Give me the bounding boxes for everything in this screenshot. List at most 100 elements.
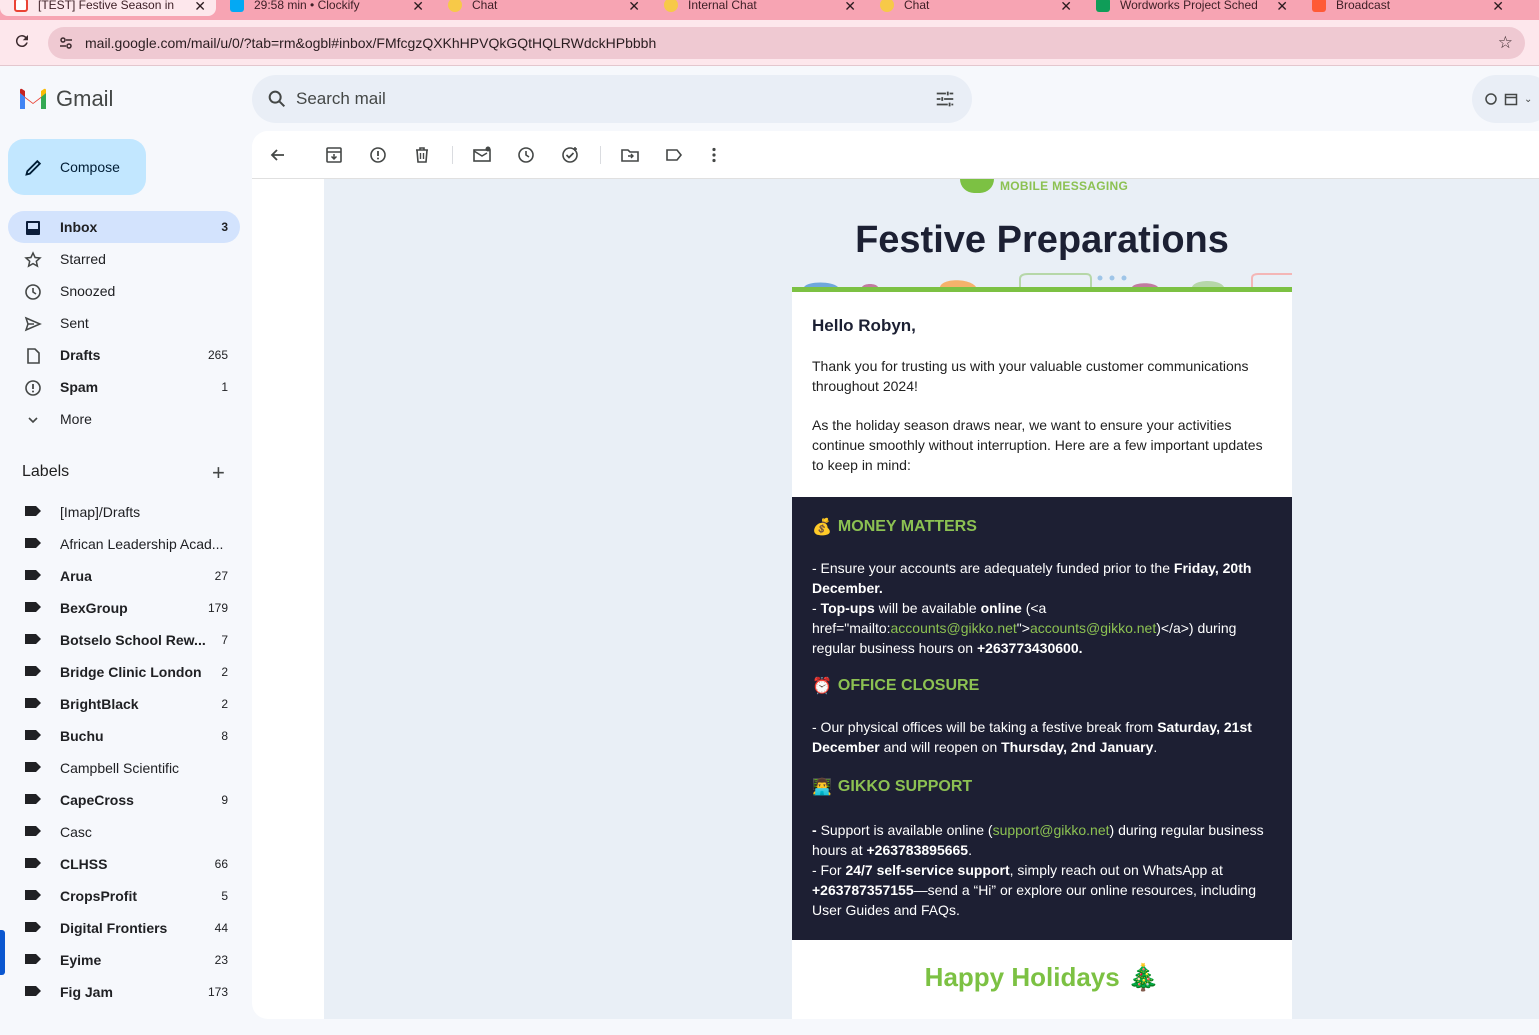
report-spam-icon[interactable] xyxy=(368,145,388,165)
browser-tab[interactable]: [TEST] Festive Season in ✕ xyxy=(0,0,216,16)
send-icon xyxy=(24,316,42,332)
support-body: - Support is available online (support@g… xyxy=(812,820,1274,920)
archive-icon[interactable] xyxy=(324,145,344,165)
tab-title: Internal Chat xyxy=(688,0,757,12)
sidebar-label-item[interactable]: [Imap]/Drafts xyxy=(0,495,240,527)
browser-address-row: mail.google.com/mail/u/0/?tab=rm&ogbl#in… xyxy=(0,20,1539,66)
search-icon[interactable] xyxy=(266,88,288,110)
holidays-title: Happy Holidays 🎄 xyxy=(924,962,1160,992)
email-body: MOBILE MESSAGING Festive Preparations He… xyxy=(324,179,1539,1019)
label-count: 173 xyxy=(207,985,228,999)
email-link[interactable]: accounts@gikko.net xyxy=(1030,620,1156,636)
browser-tab[interactable]: Internal Chat ✕ xyxy=(650,0,866,16)
sidebar-item-sent[interactable]: Sent xyxy=(8,307,240,339)
add-task-icon[interactable] xyxy=(560,145,580,165)
tab-title: Chat xyxy=(472,0,498,12)
browser-tab[interactable]: Wordworks Project Sched ✕ xyxy=(1082,0,1298,16)
back-arrow-icon[interactable] xyxy=(268,145,288,165)
close-tab-icon[interactable]: ✕ xyxy=(1276,0,1288,15)
phone-number: +263773430600. xyxy=(977,640,1083,656)
spam-icon xyxy=(25,380,41,396)
label-tag-icon xyxy=(25,826,41,836)
reload-icon[interactable] xyxy=(12,32,32,52)
label-icon[interactable] xyxy=(664,145,684,165)
sidebar-label-item[interactable]: Campbell Scientific xyxy=(0,751,240,783)
close-tab-icon[interactable]: ✕ xyxy=(412,0,424,15)
bold-text: - xyxy=(812,822,821,838)
intro-paragraph: As the holiday season draws near, we wan… xyxy=(812,417,1263,473)
more-vert-icon[interactable] xyxy=(704,145,724,165)
intro-card: Hello Robyn, Thank you for trusting us w… xyxy=(792,292,1292,497)
sidebar-label-item[interactable]: BrightBlack 2 xyxy=(0,687,240,719)
bookmark-star-icon[interactable]: ☆ xyxy=(1498,33,1513,53)
sidebar-label-item[interactable]: Bridge Clinic London 2 xyxy=(0,655,240,687)
search-bar[interactable]: Search mail xyxy=(252,75,972,123)
inbox-icon xyxy=(26,221,40,235)
email-link[interactable]: support@gikko.net xyxy=(993,822,1110,838)
body-text: and will reopen on xyxy=(879,739,1002,755)
search-input[interactable]: Search mail xyxy=(296,89,386,109)
compose-button[interactable]: Compose xyxy=(8,139,146,195)
site-settings-icon[interactable] xyxy=(58,35,74,51)
close-tab-icon[interactable]: ✕ xyxy=(844,0,856,15)
alarm-clock-icon: ⏰ xyxy=(812,678,832,695)
label-tag-icon xyxy=(25,890,41,900)
status-pill[interactable]: ⌄ xyxy=(1472,75,1539,123)
sidebar-item-more[interactable]: More xyxy=(8,403,240,435)
sidebar-item-label: Starred xyxy=(60,251,106,267)
labels-heading: Labels xyxy=(22,463,70,480)
delete-icon[interactable] xyxy=(412,145,432,165)
side-panel-handle[interactable] xyxy=(0,930,5,975)
sidebar-label-item[interactable]: African Leadership Acad... xyxy=(0,527,240,559)
unread-count: 1 xyxy=(221,380,228,394)
sidebar-label-item[interactable]: Botselo School Rew... 7 xyxy=(0,623,240,655)
move-to-icon[interactable] xyxy=(620,145,640,165)
sidebar-item-snoozed[interactable]: Snoozed xyxy=(8,275,240,307)
browser-tab[interactable]: Chat ✕ xyxy=(866,0,1082,16)
search-options-icon[interactable] xyxy=(934,88,956,110)
sidebar-label-item[interactable]: CLHSS 66 xyxy=(0,847,240,879)
sidebar-label-item[interactable]: CapeCross 9 xyxy=(0,783,240,815)
close-tab-icon[interactable]: ✕ xyxy=(194,0,206,15)
label-tag-icon xyxy=(25,538,41,548)
label-count: 9 xyxy=(221,793,228,807)
bold-text: online xyxy=(980,600,1022,616)
sidebar-item-drafts[interactable]: Drafts 265 xyxy=(8,339,240,371)
browser-tab[interactable]: Chat ✕ xyxy=(434,0,650,16)
sidebar-item-inbox[interactable]: Inbox 3 xyxy=(8,211,240,243)
email-link[interactable]: accounts@gikko.net xyxy=(891,620,1017,636)
snooze-icon[interactable] xyxy=(516,145,536,165)
close-tab-icon[interactable]: ✕ xyxy=(628,0,640,15)
sidebar-item-spam[interactable]: Spam 1 xyxy=(8,371,240,403)
tab-title: [TEST] Festive Season in xyxy=(38,0,175,12)
gmail-logo[interactable]: Gmail xyxy=(18,86,113,112)
browser-tab[interactable]: Broadcast ✕ xyxy=(1298,0,1514,16)
sidebar-label-item[interactable]: Eyime 23 xyxy=(0,943,240,975)
body-text: - xyxy=(812,600,821,616)
sidebar-label-item[interactable]: Fig Jam 173 xyxy=(0,975,240,1007)
mark-unread-icon[interactable] xyxy=(472,145,492,165)
status-icon xyxy=(1485,93,1497,105)
sidebar-item-label: Sent xyxy=(60,315,89,331)
sidebar-label-item[interactable]: Buchu 8 xyxy=(0,719,240,751)
sidebar-label-item[interactable]: BexGroup 179 xyxy=(0,591,240,623)
browser-tab[interactable]: 29:58 min • Clockify ✕ xyxy=(216,0,434,16)
browser-tab-bar: [TEST] Festive Season in ✕ 29:58 min • C… xyxy=(0,0,1539,20)
label-name: Campbell Scientific xyxy=(60,760,180,776)
sidebar-label-item[interactable]: CropsProfit 5 xyxy=(0,879,240,911)
sidebar-item-starred[interactable]: Starred xyxy=(8,243,240,275)
sidebar-label-item[interactable]: Digital Frontiers 44 xyxy=(0,911,240,943)
address-bar[interactable]: mail.google.com/mail/u/0/?tab=rm&ogbl#in… xyxy=(48,27,1525,59)
sidebar-label-item[interactable]: Casc xyxy=(0,815,240,847)
close-tab-icon[interactable]: ✕ xyxy=(1492,0,1504,15)
label-count: 179 xyxy=(207,601,228,615)
holiday-card: Happy Holidays 🎄 xyxy=(792,940,1292,1019)
close-tab-icon[interactable]: ✕ xyxy=(1060,0,1072,15)
technologist-icon: 👨‍💻 xyxy=(812,779,832,796)
sidebar-nav: Inbox 3 Starred Snoozed Sent Drafts 265 … xyxy=(0,211,248,435)
label-tag-icon xyxy=(25,858,41,868)
add-label-icon[interactable]: + xyxy=(212,460,225,486)
sidebar-label-item[interactable]: Arua 27 xyxy=(0,559,240,591)
app-name: Gmail xyxy=(56,86,114,111)
label-tag-icon xyxy=(25,986,41,996)
